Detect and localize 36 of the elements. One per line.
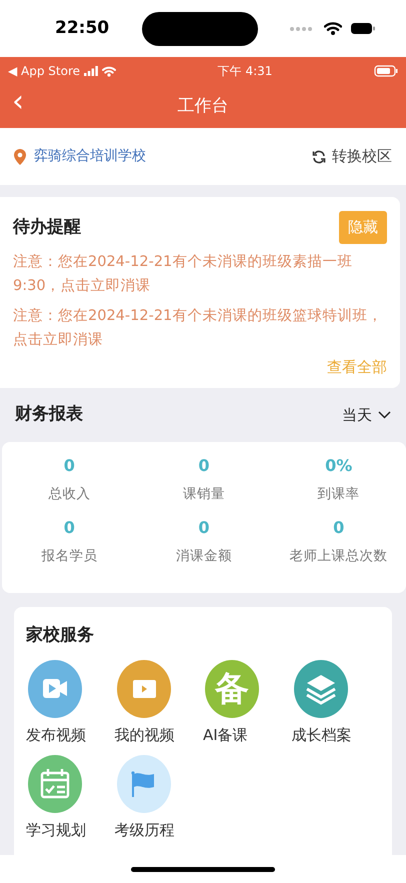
location-pin-icon xyxy=(14,148,26,164)
service-item[interactable]: 考级历程 xyxy=(114,754,203,841)
glyph-icon-text: 备 xyxy=(215,668,249,710)
page-title: 工作台 xyxy=(178,94,228,118)
service-item[interactable]: 学习规划 xyxy=(26,754,114,841)
section-title: 家校服务 xyxy=(26,624,95,646)
stat-value: 0% xyxy=(324,455,354,477)
wifi-icon xyxy=(324,22,342,35)
battery-icon xyxy=(350,22,376,35)
chevron-down-icon xyxy=(378,411,391,419)
switch-campus-button[interactable]: 转换校区 xyxy=(312,145,392,168)
stat-value: 0 xyxy=(62,455,76,477)
service-item[interactable]: 成长档案 xyxy=(292,660,380,746)
service-item[interactable]: 备 AI备课 xyxy=(203,660,292,746)
stat-label: 报名学员 xyxy=(40,547,98,566)
stat-label: 消课金额 xyxy=(174,547,233,566)
stat-value: 0 xyxy=(62,517,76,540)
stat-label: 到课率 xyxy=(316,485,361,504)
stat-value: 0 xyxy=(332,517,346,540)
app-status-time: 下午 4:31 xyxy=(218,63,272,80)
signal-icon xyxy=(84,66,98,76)
stat-label: 总收入 xyxy=(47,485,92,504)
stat-value: 0 xyxy=(197,517,211,540)
status-time: 22:50 xyxy=(55,16,110,40)
service-item[interactable]: 我的视频 xyxy=(114,660,203,746)
service-item[interactable]: 发布视频 xyxy=(26,660,114,746)
refresh-icon xyxy=(312,150,326,164)
battery-icon xyxy=(374,65,398,77)
stat-label: 老师上课总次数 xyxy=(288,547,389,566)
stat-label: 课销量 xyxy=(182,485,226,504)
section-title: 财务报表 xyxy=(15,403,83,426)
period-dropdown[interactable]: 当天 xyxy=(342,404,391,426)
school-name[interactable]: 弈骑综合培训学校 xyxy=(34,146,146,167)
wifi-icon xyxy=(102,66,116,76)
section-title: 待办提醒 xyxy=(13,216,81,238)
stat-value: 0 xyxy=(197,455,211,477)
